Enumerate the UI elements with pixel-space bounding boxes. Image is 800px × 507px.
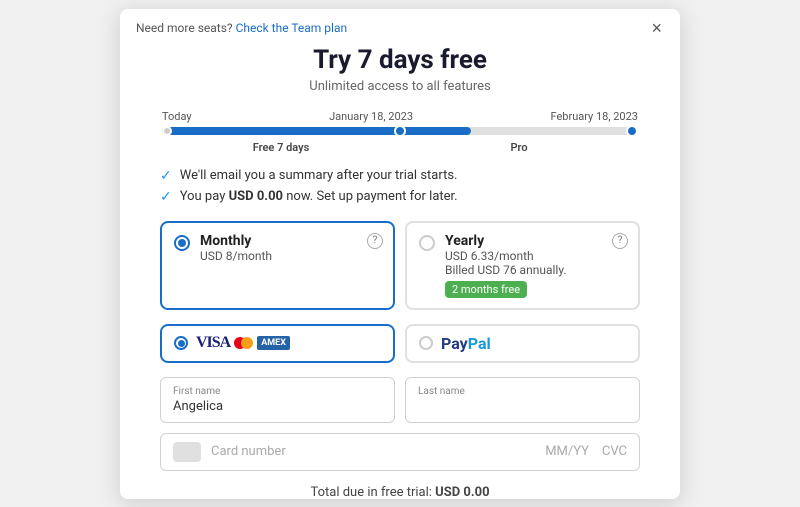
timeline-dot-end xyxy=(626,125,638,137)
plan-monthly-radio xyxy=(174,235,190,251)
plan-yearly-name: Yearly xyxy=(445,233,626,249)
plan-yearly[interactable]: Yearly USD 6.33/month Billed USD 76 annu… xyxy=(405,221,640,310)
plan-monthly-help[interactable]: ? xyxy=(367,233,383,249)
first-name-field[interactable]: First name Angelica xyxy=(160,377,395,423)
check-item-2: ✓ You pay USD 0.00 now. Set up payment f… xyxy=(160,189,640,205)
trial-modal: Need more seats? Check the Team plan × T… xyxy=(120,9,680,499)
payment-selector: VISA AMEX PayPal xyxy=(160,324,640,363)
visa-icon: VISA xyxy=(196,334,230,352)
last-name-label: Last name xyxy=(418,386,627,397)
timeline-bar xyxy=(162,127,638,135)
timeline-bar-filled xyxy=(162,127,471,135)
page-title: Try 7 days free xyxy=(160,45,640,75)
timeline-phase-free: Free 7 days xyxy=(162,141,400,154)
total-row: Total due in free trial: USD 0.00 xyxy=(160,485,640,499)
timeline-dot-start xyxy=(162,126,172,136)
checkmark-icon-1: ✓ xyxy=(160,168,172,184)
card-number-row[interactable]: Card number MM/YY CVC xyxy=(160,433,640,471)
plan-yearly-help[interactable]: ? xyxy=(612,233,628,249)
card-number-label: Card number xyxy=(211,444,535,459)
mastercard-icon xyxy=(234,337,253,349)
check-text-1: We'll email you a summary after your tri… xyxy=(180,168,458,183)
payment-card-radio-dot xyxy=(178,340,185,347)
plan-yearly-radio xyxy=(419,235,435,251)
plan-monthly-radio-dot xyxy=(178,239,186,247)
last-name-placeholder xyxy=(418,399,627,414)
total-amount: USD 0.00 xyxy=(435,485,489,499)
amex-icon: AMEX xyxy=(257,336,290,350)
checklist: ✓ We'll email you a summary after your t… xyxy=(160,168,640,205)
plan-monthly[interactable]: Monthly USD 8/month ? xyxy=(160,221,395,310)
plan-yearly-badge: 2 months free xyxy=(445,281,527,298)
first-name-label: First name xyxy=(173,386,382,397)
timeline-labels: Today January 18, 2023 February 18, 2023 xyxy=(160,110,640,123)
check-item-1: ✓ We'll email you a summary after your t… xyxy=(160,168,640,184)
plan-yearly-details: Yearly USD 6.33/month Billed USD 76 annu… xyxy=(445,233,626,298)
plan-selector: Monthly USD 8/month ? Yearly USD 6.33/mo… xyxy=(160,221,640,310)
plan-yearly-monthly-price: USD 6.33/month xyxy=(445,249,626,263)
mc-right-circle xyxy=(241,337,253,349)
timeline-label-jan: January 18, 2023 xyxy=(329,110,413,123)
check-text-2: You pay USD 0.00 now. Set up payment for… xyxy=(180,189,458,204)
payment-card-radio xyxy=(174,336,188,350)
name-form-row: First name Angelica Last name xyxy=(160,377,640,423)
payment-card[interactable]: VISA AMEX xyxy=(160,324,395,363)
plan-monthly-price: USD 8/month xyxy=(200,249,381,263)
page-subtitle: Unlimited access to all features xyxy=(160,79,640,94)
paypal-icon: PayPal xyxy=(441,334,491,353)
card-chip-icon xyxy=(173,442,201,462)
timeline-label-feb: February 18, 2023 xyxy=(550,110,638,123)
timeline: Today January 18, 2023 February 18, 2023… xyxy=(160,110,640,154)
card-expiry-label: MM/YY CVC xyxy=(545,444,627,459)
close-button[interactable]: × xyxy=(649,19,664,37)
timeline-dot-mid xyxy=(394,125,406,137)
payment-paypal-radio xyxy=(419,336,433,350)
timeline-label-today: Today xyxy=(162,110,192,123)
card-icons: VISA AMEX xyxy=(196,334,290,352)
team-plan-link[interactable]: Check the Team plan xyxy=(236,21,348,35)
plan-monthly-details: Monthly USD 8/month xyxy=(200,233,381,263)
timeline-phase-pro: Pro xyxy=(400,141,638,154)
payment-paypal[interactable]: PayPal xyxy=(405,324,640,363)
checkmark-icon-2: ✓ xyxy=(160,189,172,205)
total-label: Total due in free trial: xyxy=(310,485,431,499)
plan-monthly-name: Monthly xyxy=(200,233,381,249)
plan-yearly-billed: Billed USD 76 annually. xyxy=(445,263,626,277)
last-name-field[interactable]: Last name xyxy=(405,377,640,423)
timeline-phase-labels: Free 7 days Pro xyxy=(160,141,640,154)
top-bar-prefix: Need more seats? xyxy=(136,21,233,35)
top-bar: Need more seats? Check the Team plan × xyxy=(120,9,680,45)
modal-body: Try 7 days free Unlimited access to all … xyxy=(120,45,680,499)
first-name-value: Angelica xyxy=(173,399,382,414)
